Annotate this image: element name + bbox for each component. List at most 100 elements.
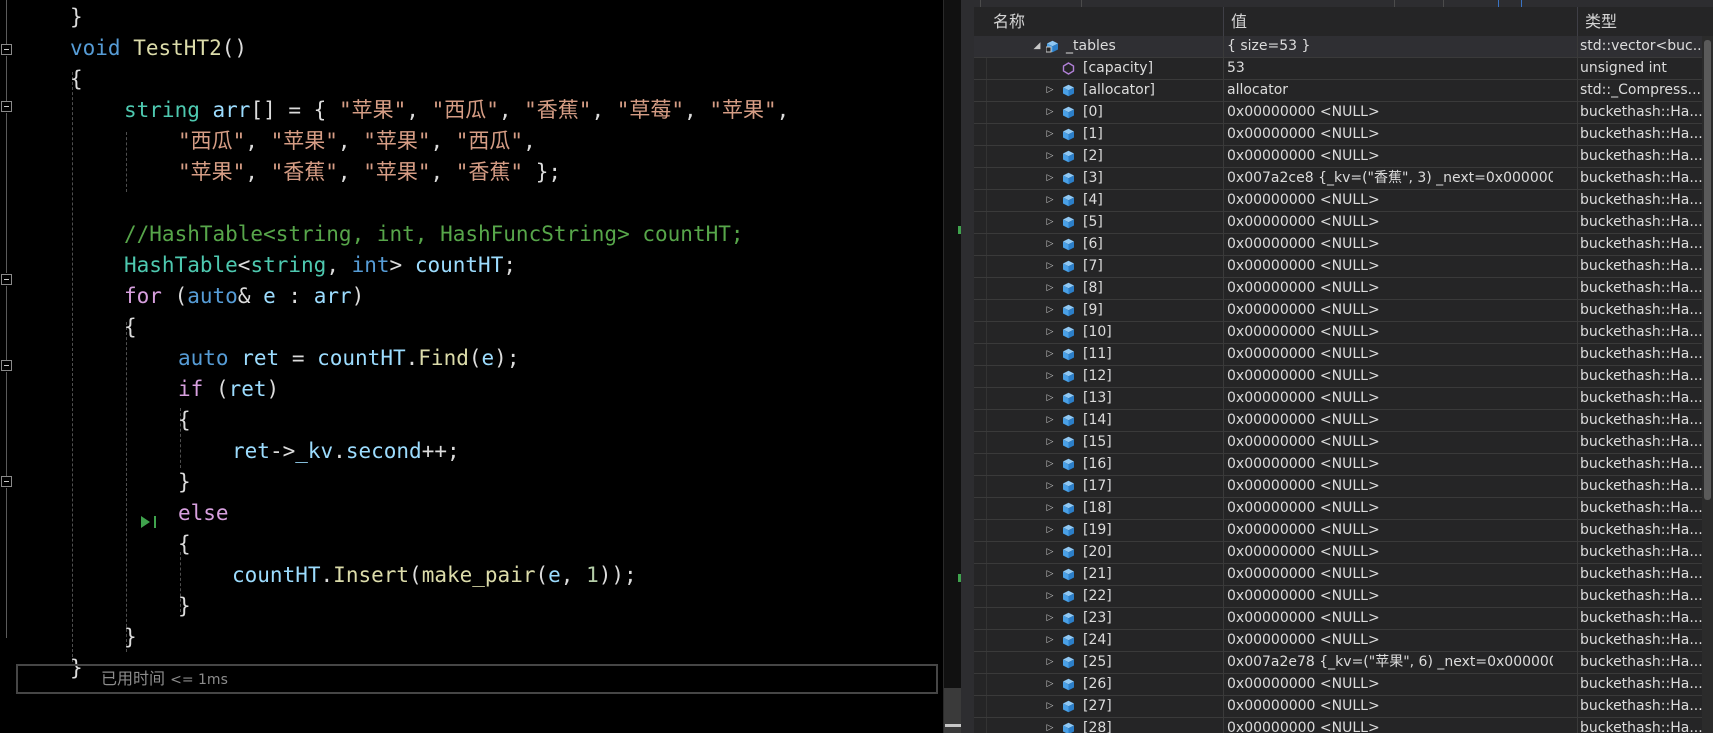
watch-row[interactable]: ▷ [13] 0x00000000 <NULL> buckethash::Ha... xyxy=(974,388,1713,410)
watch-value[interactable]: 0x00000000 <NULL> xyxy=(1227,520,1553,541)
expand-arrow-icon[interactable]: ▷ xyxy=(1044,388,1056,409)
watch-value[interactable]: 0x007a2e78 {_kv=("苹果", 6) _next=0x000000… xyxy=(1227,652,1553,673)
watch-value[interactable]: 0x00000000 <NULL> xyxy=(1227,322,1553,343)
code-line[interactable]: } xyxy=(70,2,83,33)
code-line[interactable]: } xyxy=(124,622,137,653)
watch-value[interactable]: 0x00000000 <NULL> xyxy=(1227,344,1553,365)
code-line[interactable]: ret->_kv.second++; xyxy=(232,436,460,467)
watch-row[interactable]: ▷ [6] 0x00000000 <NULL> buckethash::Ha... xyxy=(974,234,1713,256)
watch-row[interactable]: ▷ [25] 0x007a2e78 {_kv=("苹果", 6) _next=0x0… xyxy=(974,652,1713,674)
watch-row[interactable]: ▷ [8] 0x00000000 <NULL> buckethash::Ha... xyxy=(974,278,1713,300)
watch-value[interactable]: 0x007a2ce8 {_kv=("香蕉", 3) _next=0x000000… xyxy=(1227,168,1553,189)
watch-row[interactable]: ▷ [23] 0x00000000 <NULL> buckethash::Ha... xyxy=(974,608,1713,630)
watch-row[interactable]: ▷ [20] 0x00000000 <NULL> buckethash::Ha... xyxy=(974,542,1713,564)
watch-value[interactable]: 0x00000000 <NULL> xyxy=(1227,256,1553,277)
watch-value[interactable]: { size=53 } xyxy=(1227,36,1553,57)
expand-arrow-icon[interactable]: ▷ xyxy=(1044,278,1056,299)
watch-value[interactable]: 0x00000000 <NULL> xyxy=(1227,278,1553,299)
code-line[interactable]: "西瓜", "苹果", "苹果", "西瓜", xyxy=(178,126,536,157)
watch-value[interactable]: 0x00000000 <NULL> xyxy=(1227,366,1553,387)
expand-arrow-icon[interactable]: ▷ xyxy=(1044,542,1056,563)
code-line[interactable]: for (auto& e : arr) xyxy=(124,281,364,312)
code-line[interactable]: void TestHT2() xyxy=(70,33,247,64)
code-line[interactable]: } xyxy=(178,467,191,498)
code-line[interactable]: countHT.Insert(make_pair(e, 1)); xyxy=(232,560,637,591)
watch-value[interactable]: 53 xyxy=(1227,58,1553,79)
watch-row[interactable]: ▷ [14] 0x00000000 <NULL> buckethash::Ha... xyxy=(974,410,1713,432)
expand-arrow-icon[interactable]: ▷ xyxy=(1044,586,1056,607)
watch-row[interactable]: ▷ [18] 0x00000000 <NULL> buckethash::Ha... xyxy=(974,498,1713,520)
watch-value[interactable]: 0x00000000 <NULL> xyxy=(1227,608,1553,629)
watch-value[interactable]: 0x00000000 <NULL> xyxy=(1227,564,1553,585)
code-line[interactable]: "苹果", "香蕉", "苹果", "香蕉" }; xyxy=(178,157,561,188)
watch-value[interactable]: allocator xyxy=(1227,80,1553,101)
watch-row[interactable]: ▷ [24] 0x00000000 <NULL> buckethash::Ha... xyxy=(974,630,1713,652)
code-line[interactable]: string arr[] = { "苹果", "西瓜", "香蕉", "草莓",… xyxy=(124,95,789,126)
watch-row[interactable]: ▷ [0] 0x00000000 <NULL> buckethash::Ha... xyxy=(974,102,1713,124)
watch-row[interactable]: ▷ [1] 0x00000000 <NULL> buckethash::Ha... xyxy=(974,124,1713,146)
expand-arrow-icon[interactable]: ▷ xyxy=(1044,344,1056,365)
watch-value[interactable]: 0x00000000 <NULL> xyxy=(1227,718,1553,733)
watch-value[interactable]: 0x00000000 <NULL> xyxy=(1227,696,1553,717)
code-line[interactable]: HashTable<string, int> countHT; xyxy=(124,250,516,281)
splitter[interactable] xyxy=(961,0,974,733)
watch-value[interactable]: 0x00000000 <NULL> xyxy=(1227,586,1553,607)
watch-row[interactable]: ▷ [22] 0x00000000 <NULL> buckethash::Ha... xyxy=(974,586,1713,608)
expand-arrow-icon[interactable]: ▷ xyxy=(1044,674,1056,695)
watch-value[interactable]: 0x00000000 <NULL> xyxy=(1227,454,1553,475)
watch-value[interactable]: 0x00000000 <NULL> xyxy=(1227,542,1553,563)
expand-arrow-icon[interactable]: ▷ xyxy=(1044,696,1056,717)
expand-arrow-icon[interactable]: ▷ xyxy=(1044,190,1056,211)
code-line[interactable]: else xyxy=(178,498,229,529)
watch-value[interactable]: 0x00000000 <NULL> xyxy=(1227,674,1553,695)
watch-value[interactable]: 0x00000000 <NULL> xyxy=(1227,190,1553,211)
watch-row[interactable]: ▷ [9] 0x00000000 <NULL> buckethash::Ha... xyxy=(974,300,1713,322)
expand-arrow-icon[interactable]: ▷ xyxy=(1044,256,1056,277)
watch-value[interactable]: 0x00000000 <NULL> xyxy=(1227,102,1553,123)
code-line[interactable]: { xyxy=(124,312,137,343)
watch-row[interactable]: ▷ [2] 0x00000000 <NULL> buckethash::Ha... xyxy=(974,146,1713,168)
code-line[interactable]: //HashTable<string, int, HashFuncString>… xyxy=(124,219,744,250)
watch-value[interactable]: 0x00000000 <NULL> xyxy=(1227,410,1553,431)
code-editor[interactable]: } void TestHT2(){string arr[] = { "苹果", "… xyxy=(0,0,943,733)
watch-row[interactable]: ▷ [11] 0x00000000 <NULL> buckethash::Ha... xyxy=(974,344,1713,366)
expand-arrow-icon[interactable]: ▷ xyxy=(1044,212,1056,233)
locals-window[interactable]: 名称 值 类型 ◢ _tables { size=53 } std::vector<b… xyxy=(974,0,1713,733)
code-line[interactable]: } xyxy=(178,591,191,622)
watch-row[interactable]: ▷ [16] 0x00000000 <NULL> buckethash::Ha... xyxy=(974,454,1713,476)
expand-arrow-icon[interactable]: ▷ xyxy=(1044,366,1056,387)
run-to-click-icon[interactable] xyxy=(139,512,161,532)
watch-value[interactable]: 0x00000000 <NULL> xyxy=(1227,146,1553,167)
expand-arrow-icon[interactable]: ▷ xyxy=(1044,80,1056,101)
watch-row[interactable]: ▷ [5] 0x00000000 <NULL> buckethash::Ha... xyxy=(974,212,1713,234)
expand-arrow-icon[interactable]: ▷ xyxy=(1044,718,1056,733)
watch-value[interactable]: 0x00000000 <NULL> xyxy=(1227,432,1553,453)
expand-arrow-icon[interactable]: ▷ xyxy=(1044,454,1056,475)
expand-arrow-icon[interactable]: ▷ xyxy=(1044,630,1056,651)
fold-toggle-if[interactable] xyxy=(1,360,12,371)
watch-row[interactable]: ▷ [12] 0x00000000 <NULL> buckethash::Ha... xyxy=(974,366,1713,388)
watch-row[interactable]: ▷ [7] 0x00000000 <NULL> buckethash::Ha... xyxy=(974,256,1713,278)
code-line[interactable]: { xyxy=(70,64,83,95)
watch-row[interactable]: ▷ [27] 0x00000000 <NULL> buckethash::Ha... xyxy=(974,696,1713,718)
watch-value[interactable]: 0x00000000 <NULL> xyxy=(1227,124,1553,145)
watch-row[interactable]: ▷ [17] 0x00000000 <NULL> buckethash::Ha... xyxy=(974,476,1713,498)
watch-row[interactable]: ▷ [21] 0x00000000 <NULL> buckethash::Ha... xyxy=(974,564,1713,586)
watch-value[interactable]: 0x00000000 <NULL> xyxy=(1227,212,1553,233)
expand-arrow-icon[interactable]: ▷ xyxy=(1044,652,1056,673)
expand-arrow-icon[interactable]: ▷ xyxy=(1044,498,1056,519)
column-divider[interactable] xyxy=(1577,7,1578,36)
expand-arrow-icon[interactable]: ▷ xyxy=(1044,146,1056,167)
fold-toggle-function[interactable] xyxy=(1,44,12,55)
expand-arrow-icon[interactable]: ▷ xyxy=(1044,300,1056,321)
collapse-arrow-icon[interactable]: ◢ xyxy=(1031,36,1043,57)
watch-row[interactable]: ▷ [15] 0x00000000 <NULL> buckethash::Ha... xyxy=(974,432,1713,454)
watch-value[interactable]: 0x00000000 <NULL> xyxy=(1227,388,1553,409)
column-header-name[interactable]: 名称 xyxy=(993,7,1025,36)
expand-arrow-icon[interactable]: ▷ xyxy=(1044,102,1056,123)
code-line[interactable]: { xyxy=(178,529,191,560)
expand-arrow-icon[interactable]: ▷ xyxy=(1044,608,1056,629)
expand-arrow-icon[interactable]: ▷ xyxy=(1044,432,1056,453)
watch-value[interactable]: 0x00000000 <NULL> xyxy=(1227,234,1553,255)
watch-row[interactable]: ◢ _tables { size=53 } std::vector<buc... xyxy=(974,36,1713,58)
